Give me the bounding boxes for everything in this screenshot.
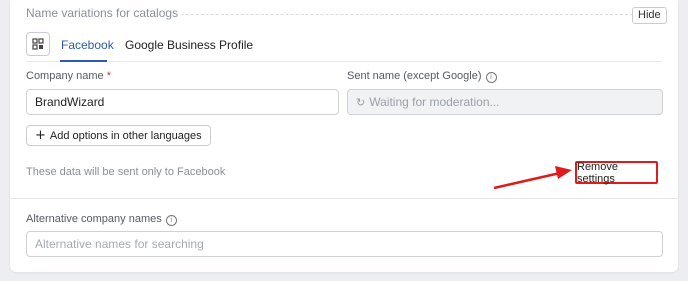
alternative-names-label: Alternative company names i bbox=[26, 213, 177, 226]
alternative-names-label-text: Alternative company names bbox=[26, 213, 162, 225]
alternative-names-input[interactable]: Alternative names for searching bbox=[26, 231, 663, 257]
info-icon: i bbox=[165, 215, 177, 226]
remove-settings-button[interactable]: Remove settings bbox=[575, 161, 658, 185]
section-divider bbox=[10, 198, 678, 199]
